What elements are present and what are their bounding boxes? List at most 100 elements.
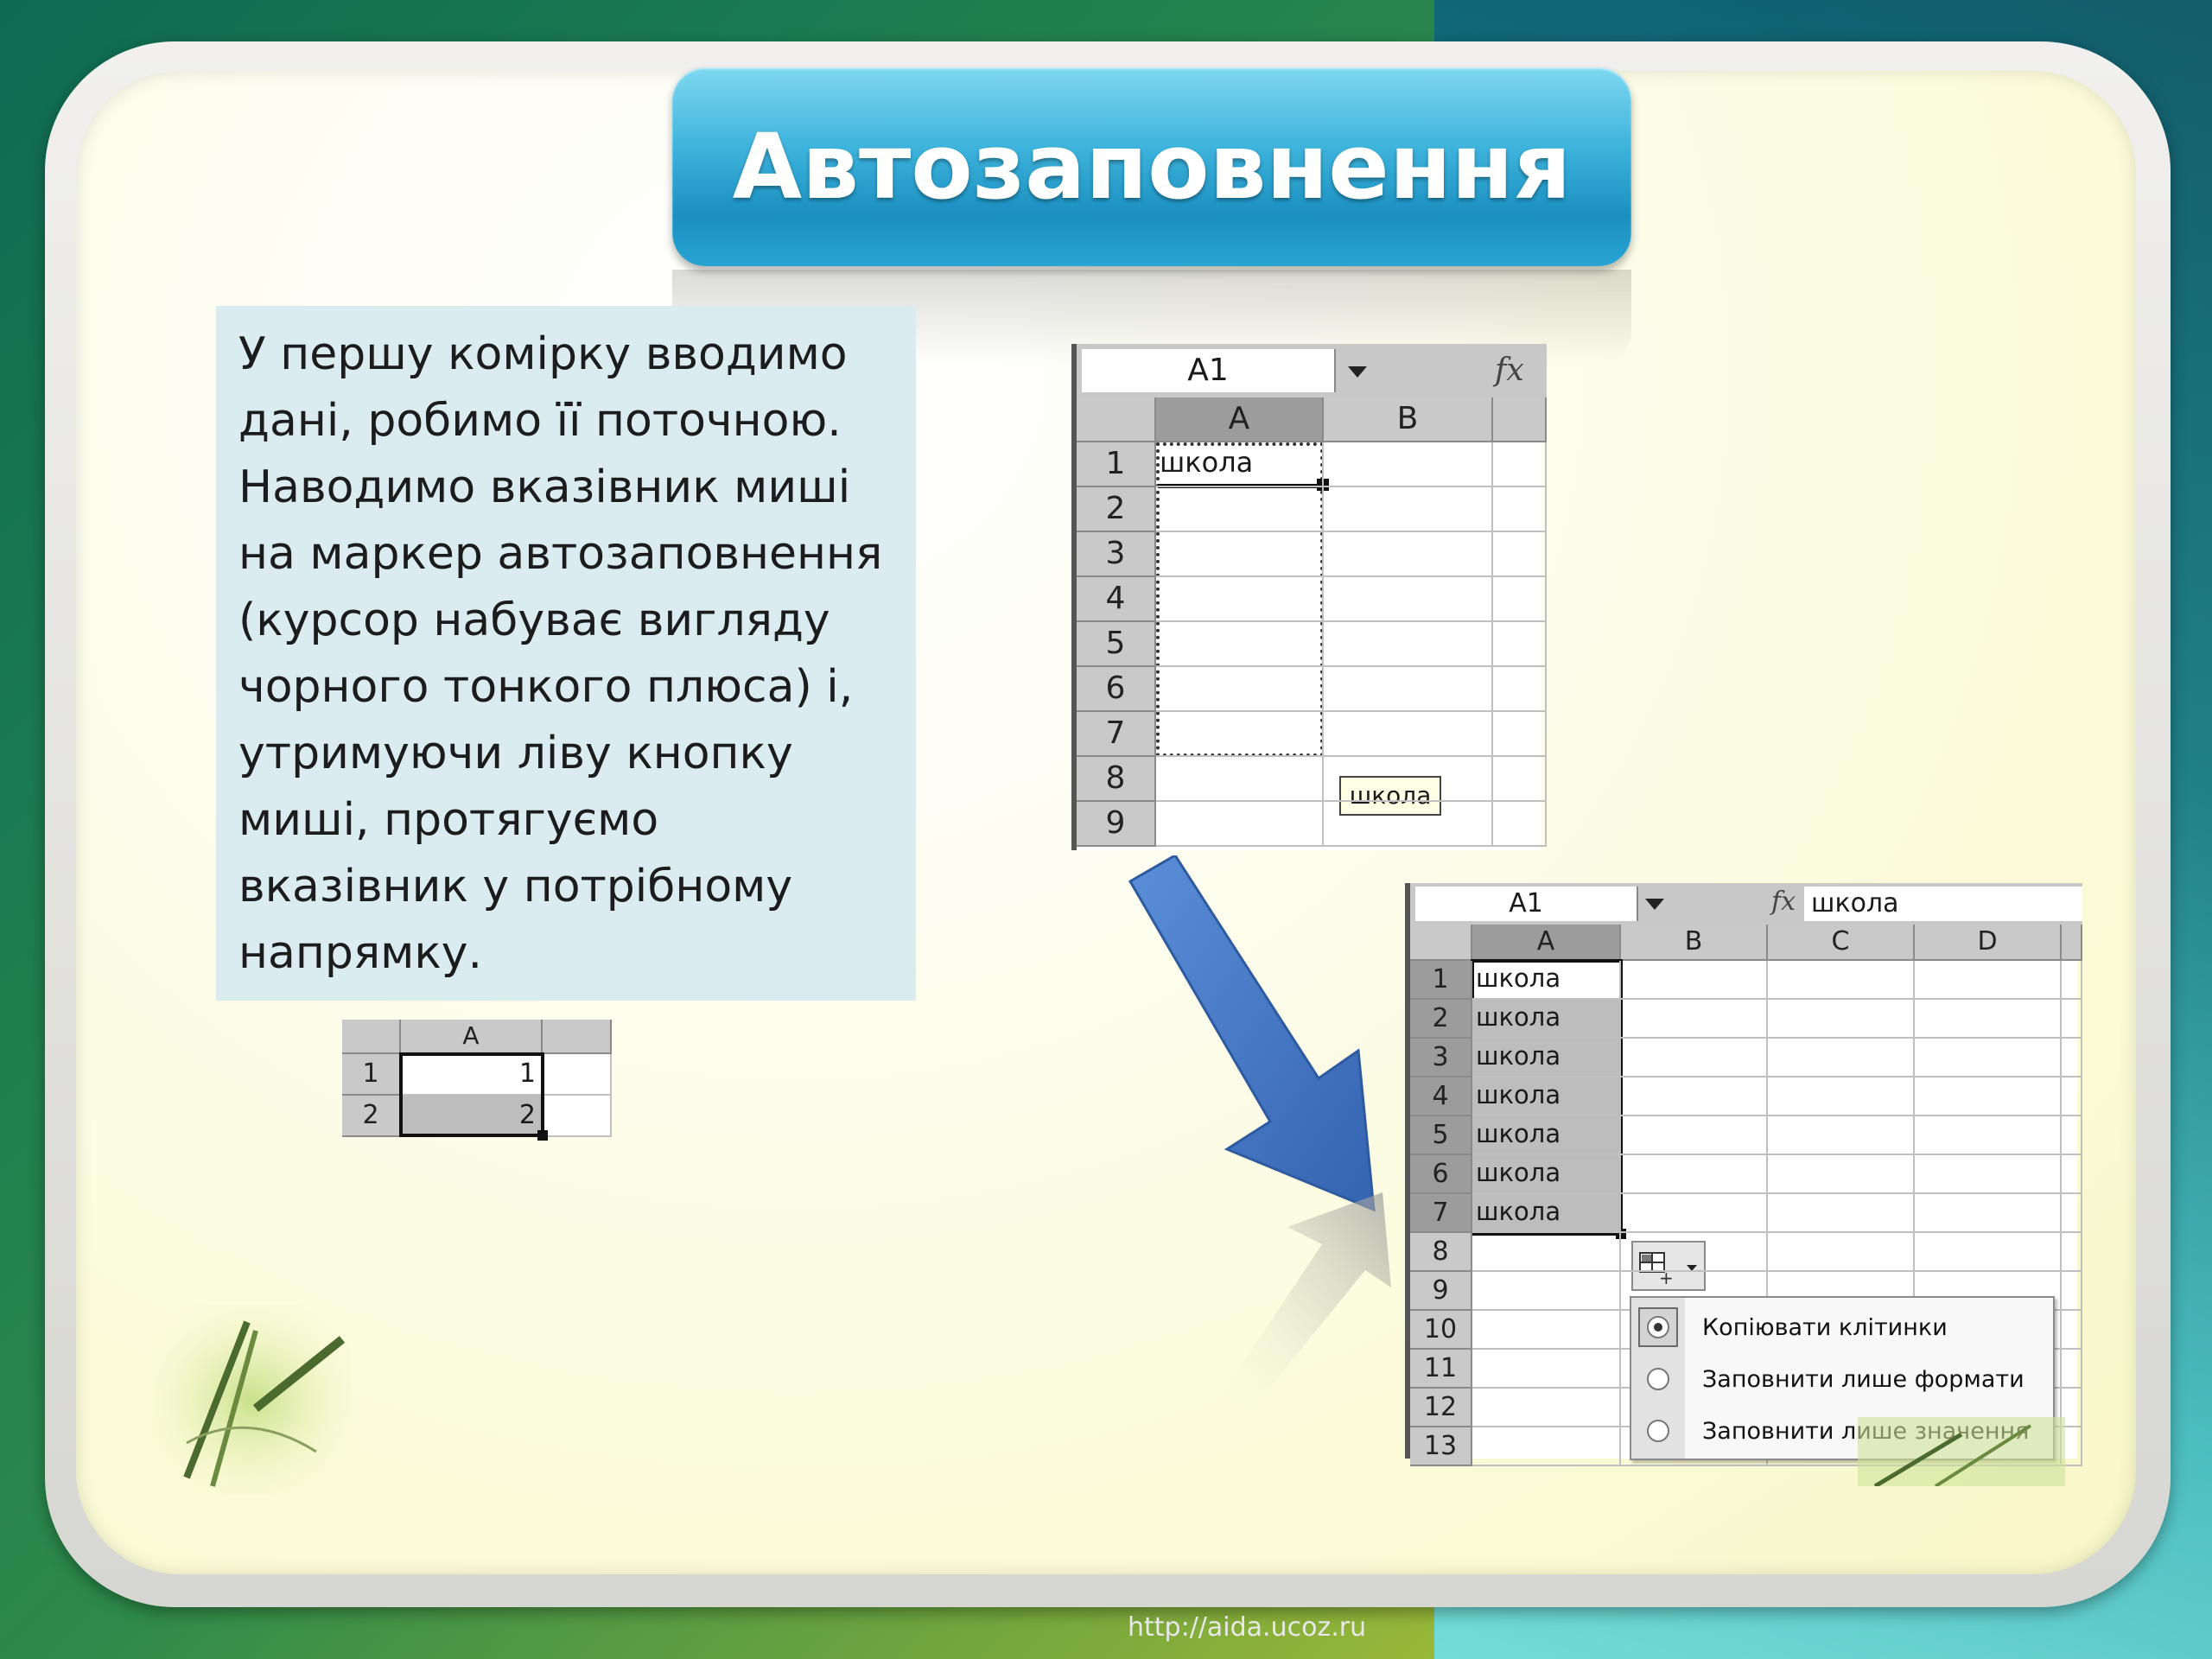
cell-c1[interactable] bbox=[1493, 442, 1547, 487]
cell-c8[interactable] bbox=[1768, 1233, 1915, 1272]
cell-e7[interactable] bbox=[2062, 1194, 2082, 1233]
cell-e6[interactable] bbox=[2062, 1155, 2082, 1194]
function-icon[interactable]: fx bbox=[1771, 887, 1796, 917]
cell-d2[interactable] bbox=[1915, 1000, 2062, 1039]
menu-option-fill-formats[interactable]: Заповнити лише формати bbox=[1631, 1353, 2053, 1405]
radio-icon[interactable] bbox=[1647, 1368, 1669, 1390]
cell-d1[interactable] bbox=[1915, 961, 2062, 1000]
column-header-b[interactable] bbox=[543, 1020, 612, 1054]
cell-a1[interactable]: школа bbox=[1156, 442, 1324, 487]
cell-e4[interactable] bbox=[2062, 1077, 2082, 1116]
cell-e1[interactable] bbox=[2062, 961, 2082, 1000]
row-header[interactable]: 7 bbox=[1077, 712, 1156, 757]
row-header[interactable]: 13 bbox=[1410, 1427, 1472, 1466]
row-header[interactable]: 1 bbox=[342, 1054, 401, 1096]
cell-a3[interactable]: школа bbox=[1472, 1039, 1621, 1077]
cell-a9[interactable] bbox=[1472, 1272, 1621, 1311]
formula-input[interactable]: школа bbox=[1804, 887, 2082, 921]
cell-b9[interactable] bbox=[1324, 802, 1493, 847]
column-header-c[interactable] bbox=[1493, 397, 1547, 442]
row-header[interactable]: 9 bbox=[1077, 802, 1156, 847]
cell-c7[interactable] bbox=[1493, 712, 1547, 757]
cell-c8[interactable] bbox=[1493, 757, 1547, 802]
row-header[interactable]: 1 bbox=[1410, 961, 1472, 1000]
footer-url[interactable]: http://aida.ucoz.ru bbox=[1128, 1612, 1366, 1643]
name-box[interactable]: A1 bbox=[1082, 349, 1336, 392]
cell-a2[interactable]: школа bbox=[1472, 1000, 1621, 1039]
cell-c5[interactable] bbox=[1493, 622, 1547, 667]
column-header-b[interactable]: B bbox=[1621, 925, 1768, 961]
cell-b1[interactable] bbox=[1324, 442, 1493, 487]
row-header[interactable]: 6 bbox=[1410, 1155, 1472, 1194]
cell-d7[interactable] bbox=[1915, 1194, 2062, 1233]
name-box-dropdown-icon[interactable] bbox=[1645, 899, 1664, 910]
cell-a4[interactable]: школа bbox=[1472, 1077, 1621, 1116]
cell-a6[interactable]: школа bbox=[1472, 1155, 1621, 1194]
cell-a7[interactable]: школа bbox=[1472, 1194, 1621, 1233]
row-header[interactable]: 2 bbox=[1410, 1000, 1472, 1039]
cell-b1[interactable] bbox=[1621, 961, 1768, 1000]
cell-a5[interactable]: школа bbox=[1472, 1116, 1621, 1155]
cell-e2[interactable] bbox=[2062, 1000, 2082, 1039]
cell-b3[interactable] bbox=[1621, 1039, 1768, 1077]
column-header-d[interactable]: D bbox=[1915, 925, 2062, 961]
cell-e9[interactable] bbox=[2062, 1272, 2082, 1311]
column-header-a[interactable]: A bbox=[1156, 397, 1324, 442]
cell-e8[interactable] bbox=[2062, 1233, 2082, 1272]
cell-d5[interactable] bbox=[1915, 1116, 2062, 1155]
cell-b7[interactable] bbox=[1324, 712, 1493, 757]
cell-b2[interactable] bbox=[543, 1096, 612, 1137]
row-header[interactable]: 8 bbox=[1077, 757, 1156, 802]
radio-selected-icon[interactable] bbox=[1647, 1316, 1669, 1338]
radio-icon[interactable] bbox=[1647, 1420, 1669, 1442]
cell-b5[interactable] bbox=[1324, 622, 1493, 667]
cell-b2[interactable] bbox=[1324, 487, 1493, 532]
cell-e11[interactable] bbox=[2062, 1350, 2082, 1389]
cell-d3[interactable] bbox=[1915, 1039, 2062, 1077]
row-header[interactable]: 3 bbox=[1410, 1039, 1472, 1077]
cell-c3[interactable] bbox=[1768, 1039, 1915, 1077]
cell-e3[interactable] bbox=[2062, 1039, 2082, 1077]
cell-b4[interactable] bbox=[1621, 1077, 1768, 1116]
name-box[interactable]: A1 bbox=[1415, 887, 1638, 921]
cell-a13[interactable] bbox=[1472, 1427, 1621, 1466]
cell-b5[interactable] bbox=[1621, 1116, 1768, 1155]
row-header[interactable]: 5 bbox=[1077, 622, 1156, 667]
cell-e10[interactable] bbox=[2062, 1311, 2082, 1350]
cell-c5[interactable] bbox=[1768, 1116, 1915, 1155]
row-header[interactable]: 2 bbox=[1077, 487, 1156, 532]
column-header-b[interactable]: B bbox=[1324, 397, 1493, 442]
cell-b2[interactable] bbox=[1621, 1000, 1768, 1039]
cell-c4[interactable] bbox=[1768, 1077, 1915, 1116]
column-header-a[interactable]: A bbox=[401, 1020, 543, 1054]
cell-a7[interactable] bbox=[1156, 712, 1324, 757]
cell-a3[interactable] bbox=[1156, 532, 1324, 577]
cell-d4[interactable] bbox=[1915, 1077, 2062, 1116]
column-header-a[interactable]: A bbox=[1472, 925, 1621, 961]
cell-c2[interactable] bbox=[1768, 1000, 1915, 1039]
fill-handle[interactable] bbox=[537, 1130, 548, 1141]
cell-a8[interactable] bbox=[1156, 757, 1324, 802]
cell-b3[interactable] bbox=[1324, 532, 1493, 577]
cell-b6[interactable] bbox=[1621, 1155, 1768, 1194]
cell-a2[interactable] bbox=[1156, 487, 1324, 532]
function-icon[interactable]: fx bbox=[1495, 353, 1524, 388]
cell-b4[interactable] bbox=[1324, 577, 1493, 622]
cell-b6[interactable] bbox=[1324, 667, 1493, 712]
cell-d8[interactable] bbox=[1915, 1233, 2062, 1272]
cell-b8[interactable] bbox=[1621, 1233, 1768, 1272]
cell-c3[interactable] bbox=[1493, 532, 1547, 577]
cell-c6[interactable] bbox=[1493, 667, 1547, 712]
cell-b7[interactable] bbox=[1621, 1194, 1768, 1233]
cell-c2[interactable] bbox=[1493, 487, 1547, 532]
column-header-c[interactable]: C bbox=[1768, 925, 1915, 961]
cell-a12[interactable] bbox=[1472, 1389, 1621, 1427]
cell-b1[interactable] bbox=[543, 1054, 612, 1096]
cell-a8[interactable] bbox=[1472, 1233, 1621, 1272]
cell-a1[interactable]: школа bbox=[1472, 961, 1621, 1000]
column-header-e[interactable] bbox=[2062, 925, 2082, 961]
cell-c1[interactable] bbox=[1768, 961, 1915, 1000]
row-header[interactable]: 4 bbox=[1410, 1077, 1472, 1116]
cell-b8[interactable] bbox=[1324, 757, 1493, 802]
menu-option-copy-cells[interactable]: Копіювати клітинки bbox=[1631, 1301, 2053, 1353]
